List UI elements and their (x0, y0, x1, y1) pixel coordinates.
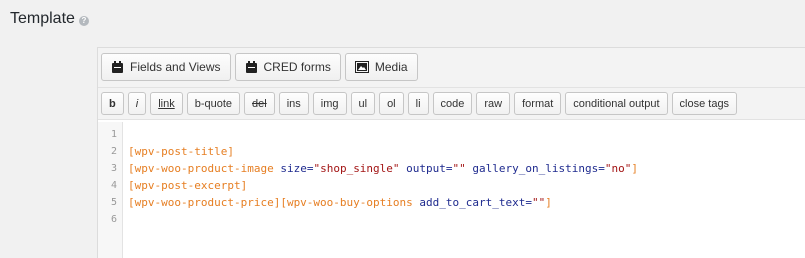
code-lines: [wpv-post-title] [wpv-woo-product-image … (123, 122, 638, 258)
close-tags-button[interactable]: close tags (671, 92, 738, 115)
editor-format-toolbar: b i link b-quote del ins img ul ol li co… (98, 88, 805, 120)
line-number: 1 (110, 129, 117, 140)
string-token: "shop_single" (313, 162, 400, 175)
fields-and-views-button[interactable]: Fields and Views (101, 53, 231, 81)
link-button[interactable]: link (150, 92, 183, 115)
attribute-token: gallery_on_listings= (472, 162, 605, 175)
attribute-token: add_to_cart_text= (419, 196, 532, 209)
question-icon[interactable]: ? (78, 16, 89, 26)
code-button[interactable]: code (432, 92, 473, 115)
media-button[interactable]: Media (344, 53, 418, 81)
section-title: Template (10, 10, 75, 27)
string-token: "no" (604, 162, 632, 175)
line-number: 5 (110, 197, 117, 208)
template-editor: Fields and Views CRED forms Media b i li… (97, 47, 805, 258)
line-number: 6 (110, 214, 117, 225)
image-icon (354, 61, 369, 73)
shortcode-token: ] (545, 196, 552, 209)
ol-button[interactable]: ol (379, 92, 404, 115)
section-header: Template ? (10, 8, 89, 30)
shortcode-token: [wpv-post-excerpt] (128, 179, 248, 192)
attribute-token: size= (280, 162, 314, 175)
shortcode-token: [wpv-woo-product-image (128, 162, 274, 175)
code-editor[interactable]: 1 2 3 4 5 6 [wpv-post-title] [wpv-woo-pr… (98, 122, 805, 258)
ul-button[interactable]: ul (350, 92, 376, 115)
editor-main-toolbar: Fields and Views CRED forms Media (98, 48, 805, 88)
toolset-icon (245, 60, 258, 74)
string-token: "" (532, 196, 546, 209)
media-label: Media (374, 60, 408, 74)
li-button[interactable]: li (407, 92, 429, 115)
cred-forms-button[interactable]: CRED forms (234, 53, 341, 81)
conditional-output-button[interactable]: conditional output (565, 92, 668, 115)
code-line: [wpv-woo-product-price][wpv-woo-buy-opti… (128, 194, 638, 211)
shortcode-token: ] (631, 162, 638, 175)
line-number: 4 (110, 180, 117, 191)
format-button[interactable]: format (514, 92, 562, 115)
line-number: 3 (110, 163, 117, 174)
shortcode-token: [wpv-woo-product-price][wpv-woo-buy-opti… (128, 196, 413, 209)
bold-button[interactable]: b (101, 92, 124, 115)
del-button[interactable]: del (244, 92, 275, 115)
italic-button[interactable]: i (127, 92, 147, 115)
string-token: "" (452, 162, 466, 175)
fields-and-views-label: Fields and Views (130, 60, 221, 74)
shortcode-token: [wpv-post-title] (128, 145, 234, 158)
cred-forms-label: CRED forms (263, 60, 331, 74)
attribute-token: output= (406, 162, 453, 175)
ins-button[interactable]: ins (278, 92, 309, 115)
code-line: [wpv-post-title] (128, 143, 638, 160)
line-number: 2 (110, 146, 117, 157)
img-button[interactable]: img (312, 92, 347, 115)
code-line: [wpv-post-excerpt] (128, 177, 638, 194)
raw-button[interactable]: raw (476, 92, 511, 115)
code-line: [wpv-woo-product-image size="shop_single… (128, 160, 638, 177)
toolset-icon (111, 60, 124, 74)
blockquote-button[interactable]: b-quote (186, 92, 241, 115)
line-number-gutter: 1 2 3 4 5 6 (98, 122, 123, 258)
